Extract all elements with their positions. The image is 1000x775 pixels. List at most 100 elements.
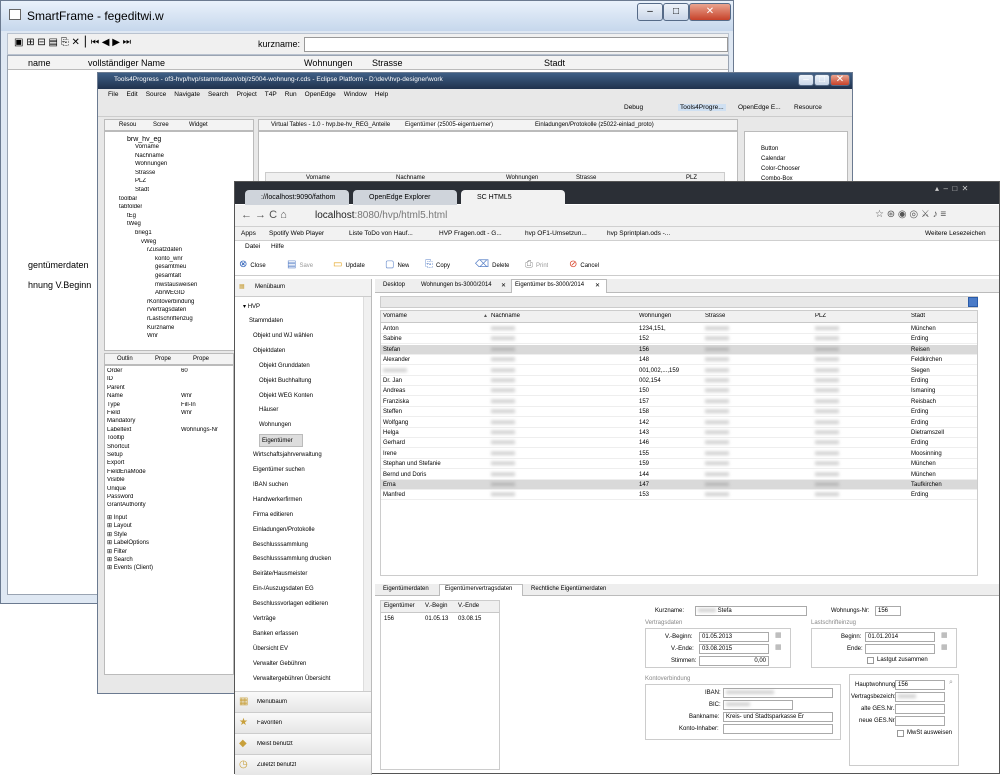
grid-col-header[interactable]: Strasse [705,313,725,319]
table-row[interactable]: Alexander xxxxxxxx 148 xxxxxxxx xxxxxxxx Feld… [381,355,977,366]
nav-item[interactable]: Übersicht EV [253,643,359,656]
nav-bottom-1[interactable]: ★ Favoriten [235,712,371,733]
lastgut-checkbox[interactable] [867,657,874,664]
table-row[interactable]: Franziska xxxxxxxx 157 xxxxxxxx xxxxxxxx Reis… [381,397,977,407]
table-row[interactable]: Dr. Jan xxxxxxxx 002,154 xxxxxxxx xxxxxxxx Er… [381,376,977,386]
nav-item[interactable]: IBAN suchen [253,479,359,492]
tab-wohnungen[interactable]: Wohnungen bs-3000/2014 [421,282,492,288]
browser-tab-fathom[interactable]: ://localhost:9090/fathom [245,190,349,205]
nav-item[interactable]: Objekt WEG Konten [259,390,359,403]
extension-icons[interactable]: ☆ ⊛ ◉ ◎ ⚔ ♪ ≡ [875,209,946,220]
tree-brw[interactable]: brw_hv_eg [127,136,161,143]
toolbar-button-new[interactable]: ▢ New [385,257,409,273]
iban-field[interactable]: xxxxxxxxxxxxxxxx [723,688,833,698]
property-value[interactable]: Wnr [181,410,233,416]
bookmark-spotify[interactable]: Spotify Web Player [269,230,324,237]
stimmen-field[interactable]: 0,00 [699,656,769,666]
browser-tab-openedge[interactable]: OpenEdge Explorer [353,190,457,205]
tree-node[interactable]: Wohnungen [135,161,167,167]
calendar-icon[interactable]: ▦ [775,631,782,639]
menubaum-header[interactable]: ▦ Menübaum [235,279,371,297]
bookmark-todo[interactable]: Liste ToDo von Hauf... [349,230,413,237]
grid-col-header[interactable]: Nachname [491,313,520,319]
menu-navigate[interactable]: Navigate [174,91,200,98]
perspective-debug[interactable]: Debug [624,104,643,111]
toolbar-button-copy[interactable]: ⎘ Copy [425,257,450,273]
nav-item[interactable]: Beschlusssammlung drucken [253,553,359,566]
browser-tab-sc-html5[interactable]: SC HTML5 [461,190,565,205]
tree-node[interactable]: tabfolder [119,204,142,210]
tab-wohnungen-close-icon[interactable]: ✕ [501,282,506,289]
grid-settings-icon[interactable] [968,297,978,307]
tab-properties-1[interactable]: Prope [155,356,171,362]
bookmark-of1[interactable]: hvp OF1-Umsetzun... [525,230,587,237]
grid-col-header[interactable]: Vorname [383,313,407,319]
property-value[interactable]: Fill-In [181,402,233,408]
menu-run[interactable]: Run [285,91,297,98]
perspective-tools4progress[interactable]: Tools4Progre... [678,104,726,111]
calendar-icon[interactable]: ▦ [775,643,782,651]
toolbar-button-update[interactable]: ▭ Update [333,257,365,273]
nav-item[interactable]: Objektdaten [253,345,359,358]
table-row[interactable]: Stephan und Stefanie xxxxxxxx 159 xxxxxxxx x… [381,459,977,470]
nav-item[interactable]: Wohnungen [259,419,359,432]
property-value[interactable]: 60 [181,368,233,374]
bookmark-hvp-fragen[interactable]: HVP Fragen.odt - G... [439,230,502,237]
nav-scrollbar[interactable] [363,297,371,691]
perspective-resource[interactable]: Resource [794,104,822,111]
tab-eigentuemer[interactable]: Eigentümer bs-3000/2014 [515,282,584,288]
palette-calendar[interactable]: Calendar [761,156,785,162]
tree-node[interactable]: rLastschriftenzug [147,316,193,322]
nav-item[interactable]: Banken erfassen [253,628,359,641]
tree-node[interactable]: rVertragsdaten [147,307,186,313]
neue-ges-field[interactable] [895,716,945,726]
property-group[interactable]: ⊞ Style [107,531,127,538]
bankname-field[interactable]: Kreis- und Stadtsparkasse Er [723,712,833,722]
tree-node[interactable]: PLZ [135,178,146,184]
menu-window[interactable]: Window [344,91,367,98]
eclipse-close-button[interactable]: ✕ [830,74,850,86]
tab-rechtliche-daten[interactable]: Rechtliche Eigentümerdaten [531,586,606,592]
tree-node[interactable]: rKontoverbindung [147,299,194,305]
property-group[interactable]: ⊞ Input [107,514,127,521]
menu-help[interactable]: Help [375,91,388,98]
nav-item[interactable]: Beschlussvorlagen editieren [253,598,359,611]
perspective-openedge[interactable]: OpenEdge E... [738,104,781,111]
nav-item[interactable]: Stammdaten [249,315,359,328]
bic-field[interactable]: xxxxxxxx [723,700,793,710]
table-row[interactable]: Irene xxxxxxxx 155 xxxxxxxx xxxxxxxx Moosinni… [381,449,977,459]
app-menu-datei[interactable]: Datei [245,243,260,250]
nav-item[interactable]: Wirtschaftsjahrverwaltung [253,449,359,462]
browser-window-controls[interactable]: ▴ – □ ✕ [935,184,968,193]
address-bar[interactable]: localhost:8080/hvp/html5.html [315,210,447,221]
tree-node[interactable]: Strasse [135,170,155,176]
table-row[interactable]: Gerhard xxxxxxxx 146 xxxxxxxx xxxxxxxx Erding [381,438,977,449]
property-value[interactable]: Wohnungs-Nr [181,427,233,433]
toolbar-button-close[interactable]: ⊗ Close [239,257,266,273]
nav-item[interactable]: Verwaltergebühren Übersicht [253,673,359,686]
menu-file[interactable]: File [108,91,118,98]
hvp-node[interactable]: ▾ HVP [243,303,260,310]
nav-buttons[interactable]: ← → C ⌂ [241,209,287,221]
mwst-checkbox[interactable] [897,730,904,737]
tab-outline[interactable]: Outlin [117,356,133,362]
nav-item[interactable]: Verträge [253,613,359,626]
menu-openedge[interactable]: OpenEdge [305,91,336,98]
nav-item[interactable]: Eigentümer suchen [253,464,359,477]
nav-item[interactable]: Objekt Buchhaltung [259,375,359,388]
ende-field[interactable] [865,644,935,654]
tab-widget[interactable]: Widget [189,122,208,128]
bookmark-sprintplan[interactable]: hvp Sprintplan.ods -... [607,230,670,237]
vende-field[interactable]: 03.08.2015 [699,644,769,654]
calendar-icon[interactable]: ▦ [941,643,948,651]
tree-node[interactable]: tEg [127,213,136,219]
nav-item[interactable]: Einladungen/Protokolle [253,524,359,537]
editor-tab-virtual-tables[interactable]: Virtual Tables - 1.0 - hvp.be-hv_REG_Ant… [271,122,390,128]
kurzname-field[interactable]: xxxxxx Stefa [695,606,807,616]
table-row[interactable]: xxxxxxxx xxxxxxxx 001,002,...,159 xxxxxxxx x… [381,366,977,376]
grid-col-header[interactable]: Wohnungen [639,313,671,319]
editor-tab-eigentuemer[interactable]: Eigentümer (z5005-eigentuemer) [405,122,494,128]
nav-bottom-0[interactable]: ▦ Menübaum [235,691,371,712]
nav-bottom-3[interactable]: ◷ Zuletzt benutzt [235,754,371,775]
nav-item[interactable]: Eigentümer [259,434,303,448]
